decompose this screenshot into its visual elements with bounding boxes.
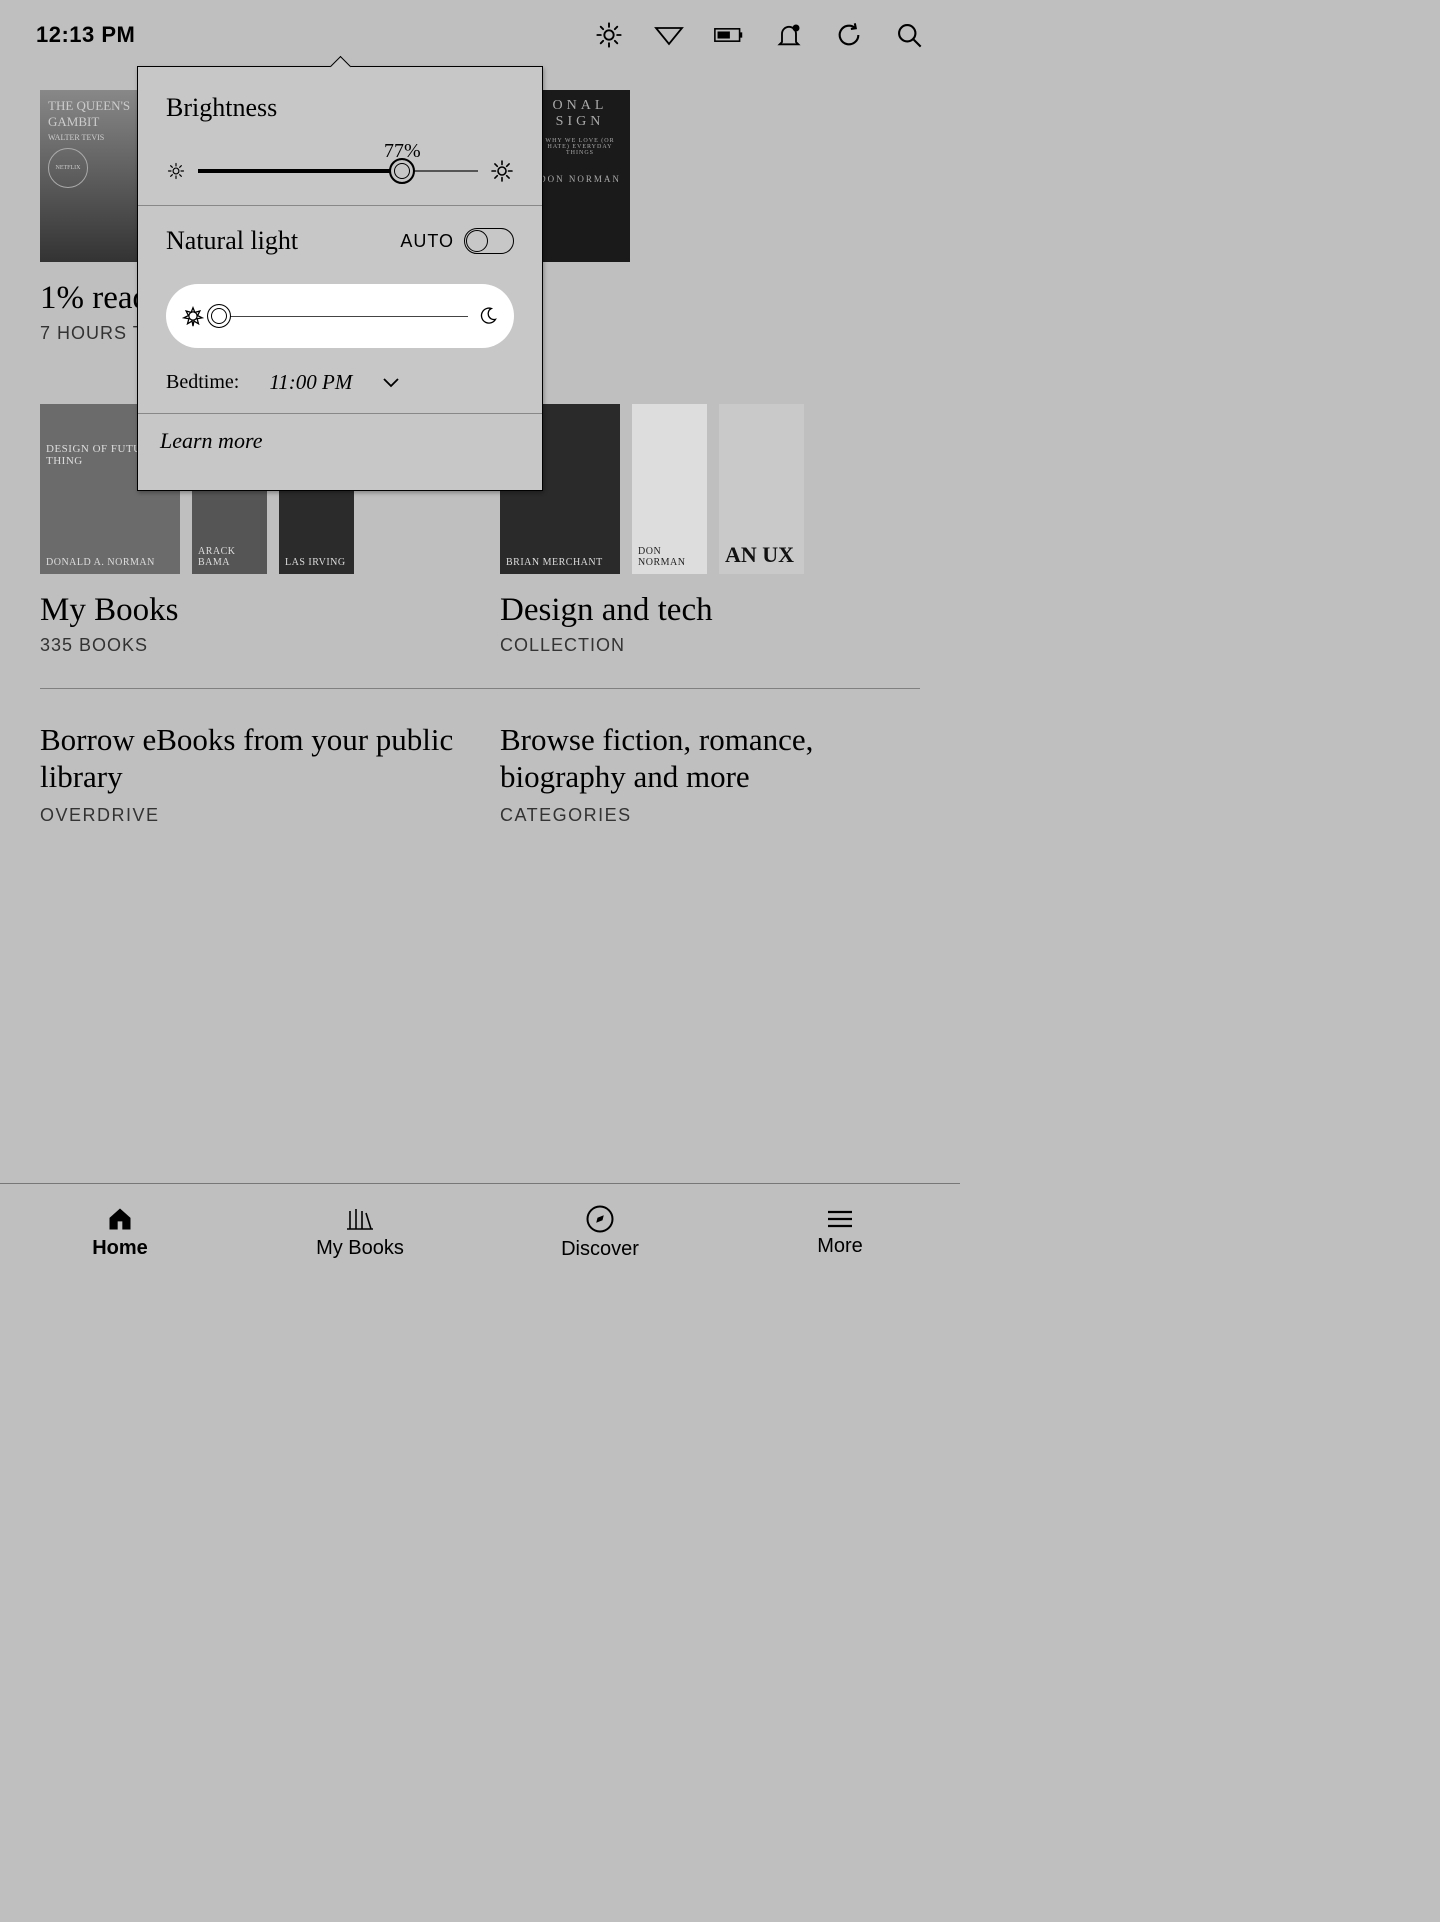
- cover-author: BRIAN MERCHANT: [506, 557, 614, 568]
- sun-icon: [182, 305, 204, 327]
- slider-thumb[interactable]: [389, 158, 415, 184]
- cover-author: DONALD A. NORMAN: [46, 557, 174, 568]
- menu-icon: [824, 1207, 856, 1231]
- categories-link[interactable]: Browse fiction, romance, biography and m…: [500, 721, 920, 826]
- books-icon: [344, 1205, 376, 1233]
- nav-label: More: [817, 1235, 863, 1258]
- slider-fill: [198, 169, 402, 173]
- brightness-low-icon: [166, 161, 186, 181]
- categories-label: CATEGORIES: [500, 805, 920, 826]
- cover-text: ONAL: [538, 98, 622, 114]
- bedtime-label: Bedtime:: [166, 371, 239, 394]
- book-cover[interactable]: ONAL SIGN WHY WE LOVE (OR HATE) EVERYDAY…: [530, 90, 630, 262]
- book-cover[interactable]: AN UX: [719, 404, 804, 574]
- nav-home[interactable]: Home: [0, 1184, 240, 1281]
- learn-more-link[interactable]: Learn more: [138, 414, 542, 472]
- auto-toggle[interactable]: [464, 228, 514, 254]
- chevron-down-icon: [382, 377, 400, 389]
- netflix-badge: NETFLIX: [48, 148, 88, 188]
- auto-label: AUTO: [400, 231, 454, 252]
- slider-thumb[interactable]: [207, 304, 231, 328]
- nav-label: Discover: [561, 1238, 639, 1261]
- brightness-section: Brightness 77%: [138, 67, 542, 205]
- divider: [40, 688, 920, 689]
- cover-author: DON NORMAN: [638, 546, 701, 568]
- cover-author: LAS IRVING: [285, 557, 348, 568]
- brightness-slider[interactable]: 77%: [166, 159, 514, 183]
- nav-discover[interactable]: Discover: [480, 1184, 720, 1281]
- slider-track[interactable]: [214, 316, 468, 317]
- nav-more[interactable]: More: [720, 1184, 960, 1281]
- collection-label: COLLECTION: [500, 635, 920, 656]
- brightness-high-icon: [490, 159, 514, 183]
- cover-text: AN UX: [725, 542, 798, 568]
- brightness-popover: Brightness 77% Natural light AUTO: [137, 66, 543, 491]
- bottom-nav: Home My Books Discover More: [0, 1183, 960, 1281]
- warmth-slider[interactable]: [166, 284, 514, 348]
- cover-author: DON NORMAN: [538, 174, 622, 184]
- compass-icon: [585, 1204, 615, 1234]
- natural-light-heading: Natural light: [166, 226, 298, 256]
- bedtime-value: 11:00 PM: [269, 370, 352, 395]
- collection-title[interactable]: Design and tech: [500, 592, 920, 629]
- categories-title: Browse fiction, romance, biography and m…: [500, 721, 920, 795]
- collection-covers[interactable]: BRIAN MERCHANT DON NORMAN AN UX: [500, 404, 920, 574]
- cover-text: SIGN: [538, 114, 622, 130]
- book-cover[interactable]: DON NORMAN: [632, 404, 707, 574]
- toggle-knob: [466, 230, 488, 252]
- moon-icon: [478, 306, 498, 326]
- my-books-title[interactable]: My Books: [40, 592, 460, 629]
- bedtime-row[interactable]: Bedtime: 11:00 PM: [166, 370, 514, 395]
- overdrive-title: Borrow eBooks from your public library: [40, 721, 460, 795]
- slider-track[interactable]: 77%: [198, 170, 478, 172]
- nav-label: Home: [92, 1237, 148, 1260]
- nav-mybooks[interactable]: My Books: [240, 1184, 480, 1281]
- my-books-count: 335 BOOKS: [40, 635, 460, 656]
- brightness-heading: Brightness: [166, 93, 514, 123]
- home-icon: [105, 1205, 135, 1233]
- overdrive-link[interactable]: Borrow eBooks from your public library O…: [40, 721, 460, 826]
- nav-label: My Books: [316, 1237, 404, 1260]
- cover-sub: WHY WE LOVE (OR HATE) EVERYDAY THINGS: [538, 138, 622, 156]
- overdrive-label: OVERDRIVE: [40, 805, 460, 826]
- cover-author: ARACK BAMA: [198, 546, 261, 568]
- natural-light-section: Natural light AUTO Bedtime: 11:00 PM: [138, 206, 542, 413]
